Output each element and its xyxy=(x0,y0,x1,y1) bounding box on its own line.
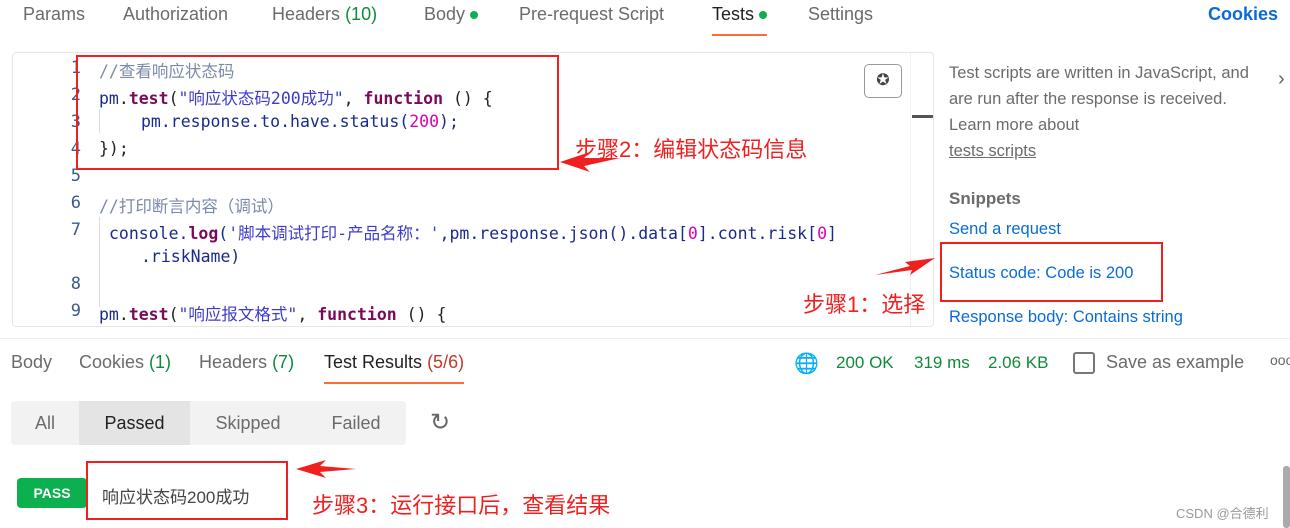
annotation-arrows xyxy=(296,152,935,478)
scrollbar-thumb[interactable] xyxy=(1283,466,1290,528)
watermark: CSDN @合德利 xyxy=(1176,506,1269,521)
annotation-step1: 步骤1：选择 xyxy=(803,292,926,317)
arrow-step3-icon xyxy=(296,460,356,478)
annotation-step3: 步骤3：运行接口后，查看结果 xyxy=(312,493,611,518)
arrow-step1-icon xyxy=(875,258,935,275)
annotation-step2: 步骤2：编辑状态码信息 xyxy=(575,137,808,162)
